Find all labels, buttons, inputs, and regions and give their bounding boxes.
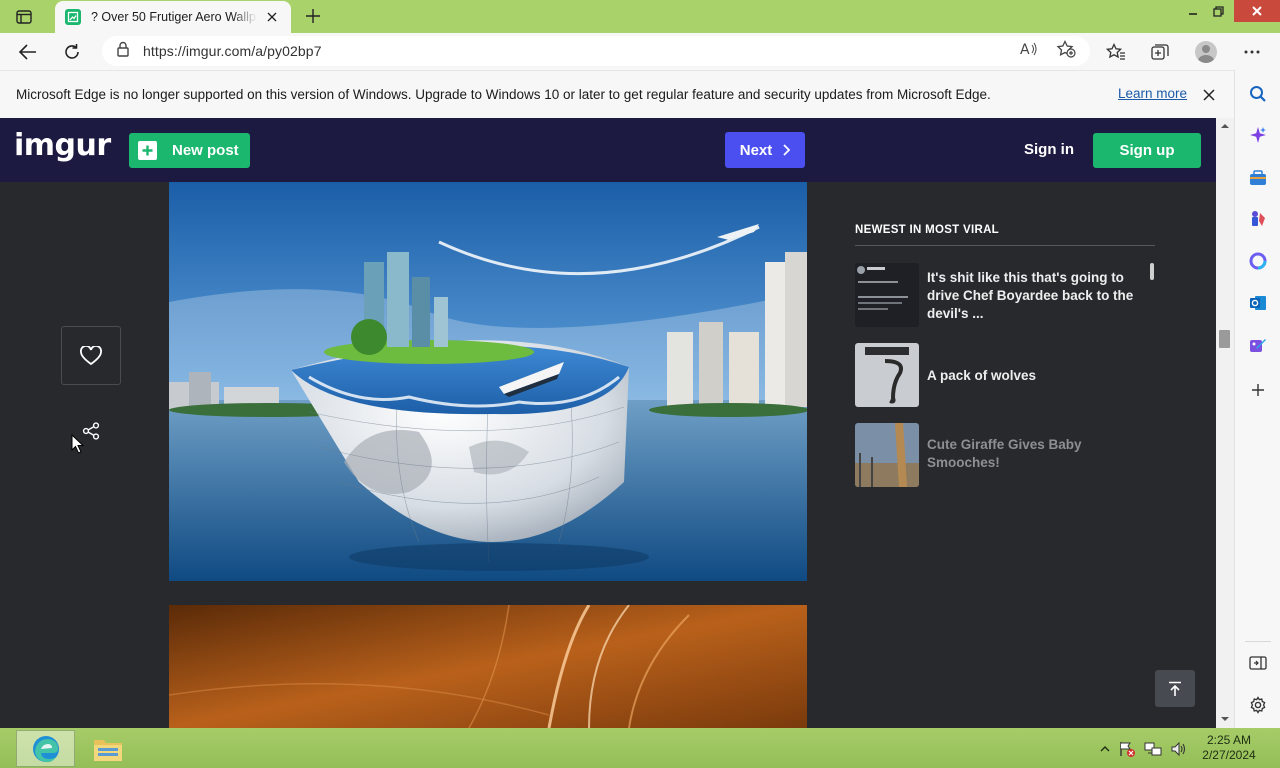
viral-item-title: Cute Giraffe Gives Baby Smooches!: [927, 437, 1082, 470]
scroll-down-arrow-icon[interactable]: [1220, 716, 1230, 722]
edge-sidebar: [1234, 70, 1280, 728]
viral-item-title: It's shit like this that's going to driv…: [927, 270, 1134, 321]
sign-in-link[interactable]: Sign in: [1024, 141, 1074, 158]
viral-item[interactable]: Cute Giraffe Gives Baby Smooches!: [855, 423, 1145, 487]
sign-up-button[interactable]: Sign up: [1093, 133, 1201, 168]
collections-icon[interactable]: [1145, 37, 1175, 67]
scroll-up-arrow-icon[interactable]: [1220, 123, 1230, 129]
post-image-globe-island[interactable]: [169, 182, 807, 581]
viral-thumbnail-tweet: [855, 263, 919, 327]
infobar-close-icon[interactable]: [1199, 85, 1219, 105]
taskbar-file-explorer-button[interactable]: [85, 730, 130, 767]
designer-icon[interactable]: [1246, 333, 1270, 357]
microsoft-365-icon[interactable]: [1246, 249, 1270, 273]
windows-taskbar: 2:25 AM 2/27/2024: [0, 728, 1280, 768]
viral-item[interactable]: It's shit like this that's going to driv…: [855, 263, 1145, 327]
read-aloud-icon[interactable]: A: [1016, 37, 1042, 61]
tab-close-icon[interactable]: [263, 8, 281, 26]
games-icon[interactable]: [1246, 206, 1270, 230]
browser-toolbar: https://imgur.com/a/py02bp7 A: [0, 33, 1280, 70]
viral-thumbnail-wolves: [855, 343, 919, 407]
new-tab-icon[interactable]: [300, 4, 326, 28]
profile-icon: [1195, 41, 1217, 63]
next-button[interactable]: Next: [725, 132, 805, 168]
back-icon[interactable]: [13, 37, 43, 67]
volume-icon[interactable]: [1170, 741, 1188, 757]
restore-icon[interactable]: [1203, 0, 1233, 22]
browser-tab[interactable]: ? Over 50 Frutiger Aero Wallpapers: [55, 1, 291, 33]
next-label: Next: [739, 141, 773, 159]
folder-icon: [93, 739, 122, 761]
refresh-icon[interactable]: [57, 37, 87, 67]
settings-gear-icon[interactable]: [1246, 693, 1270, 717]
show-hidden-icons-icon[interactable]: [1100, 745, 1110, 753]
search-icon[interactable]: [1246, 82, 1270, 106]
arrow-up-icon: [1169, 681, 1181, 696]
taskbar-clock[interactable]: 2:25 AM 2/27/2024: [1196, 733, 1262, 763]
imgur-header: imgur New post Next Sign in Sign up: [0, 118, 1216, 182]
infobar-message: Microsoft Edge is no longer supported on…: [16, 87, 991, 102]
clock-time: 2:25 AM: [1206, 733, 1252, 747]
edge-icon: [32, 735, 59, 762]
heart-icon: [80, 345, 102, 365]
favorite-button[interactable]: [61, 326, 121, 385]
viral-thumbnail-giraffe: [855, 423, 919, 487]
sidebar-divider: [1245, 641, 1271, 642]
lock-icon[interactable]: [116, 41, 130, 62]
viral-section-heading: NEWEST IN MOST VIRAL: [855, 224, 999, 236]
tab-title: ? Over 50 Frutiger Aero Wallpapers: [91, 10, 257, 24]
address-bar[interactable]: https://imgur.com/a/py02bp7: [102, 36, 1090, 66]
url-text[interactable]: https://imgur.com/a/py02bp7: [143, 43, 322, 59]
viral-section-divider: [855, 245, 1155, 246]
mouse-cursor-icon: [71, 434, 85, 454]
page-scrollbar[interactable]: [1216, 118, 1234, 728]
system-tray: [1100, 740, 1188, 758]
scroll-to-top-button[interactable]: [1155, 670, 1195, 707]
hide-sidebar-icon[interactable]: [1246, 651, 1270, 675]
taskbar-edge-button[interactable]: [16, 730, 75, 767]
page-scrollbar-thumb[interactable]: [1219, 330, 1230, 348]
tab-favicon-icon: [65, 9, 81, 25]
plus-icon: [138, 141, 157, 160]
network-icon[interactable]: [1144, 741, 1162, 757]
sign-up-label: Sign up: [1119, 142, 1175, 159]
add-sidebar-app-icon[interactable]: [1246, 378, 1270, 402]
viral-list-scrollbar[interactable]: [1150, 263, 1154, 280]
svg-text:A: A: [1020, 42, 1030, 57]
add-favorite-icon[interactable]: [1053, 37, 1079, 61]
action-center-flag-icon[interactable]: [1118, 740, 1136, 758]
outlook-icon[interactable]: [1246, 291, 1270, 315]
browser-titlebar: ? Over 50 Frutiger Aero Wallpapers: [0, 0, 1280, 33]
clock-date: 2/27/2024: [1202, 748, 1256, 762]
shopping-icon[interactable]: [1246, 166, 1270, 190]
imgur-page: imgur New post Next Sign in Sign up NEWE…: [0, 118, 1216, 728]
imgur-logo[interactable]: imgur: [14, 128, 111, 163]
new-post-label: New post: [172, 142, 239, 159]
post-image-orange-waves[interactable]: [169, 605, 807, 728]
copilot-icon[interactable]: [1246, 123, 1270, 147]
profile-avatar[interactable]: [1191, 37, 1221, 67]
viral-item[interactable]: A pack of wolves: [855, 343, 1145, 407]
tab-actions-icon[interactable]: [10, 6, 38, 28]
learn-more-link[interactable]: Learn more: [1118, 86, 1187, 101]
favorites-icon[interactable]: [1101, 37, 1131, 67]
more-menu-icon[interactable]: [1237, 37, 1267, 67]
new-post-button[interactable]: New post: [129, 133, 250, 168]
chevron-right-icon: [783, 144, 791, 156]
close-window-icon[interactable]: [1234, 0, 1280, 22]
viral-item-title: A pack of wolves: [927, 368, 1037, 383]
unsupported-os-infobar: Microsoft Edge is no longer supported on…: [0, 70, 1234, 118]
